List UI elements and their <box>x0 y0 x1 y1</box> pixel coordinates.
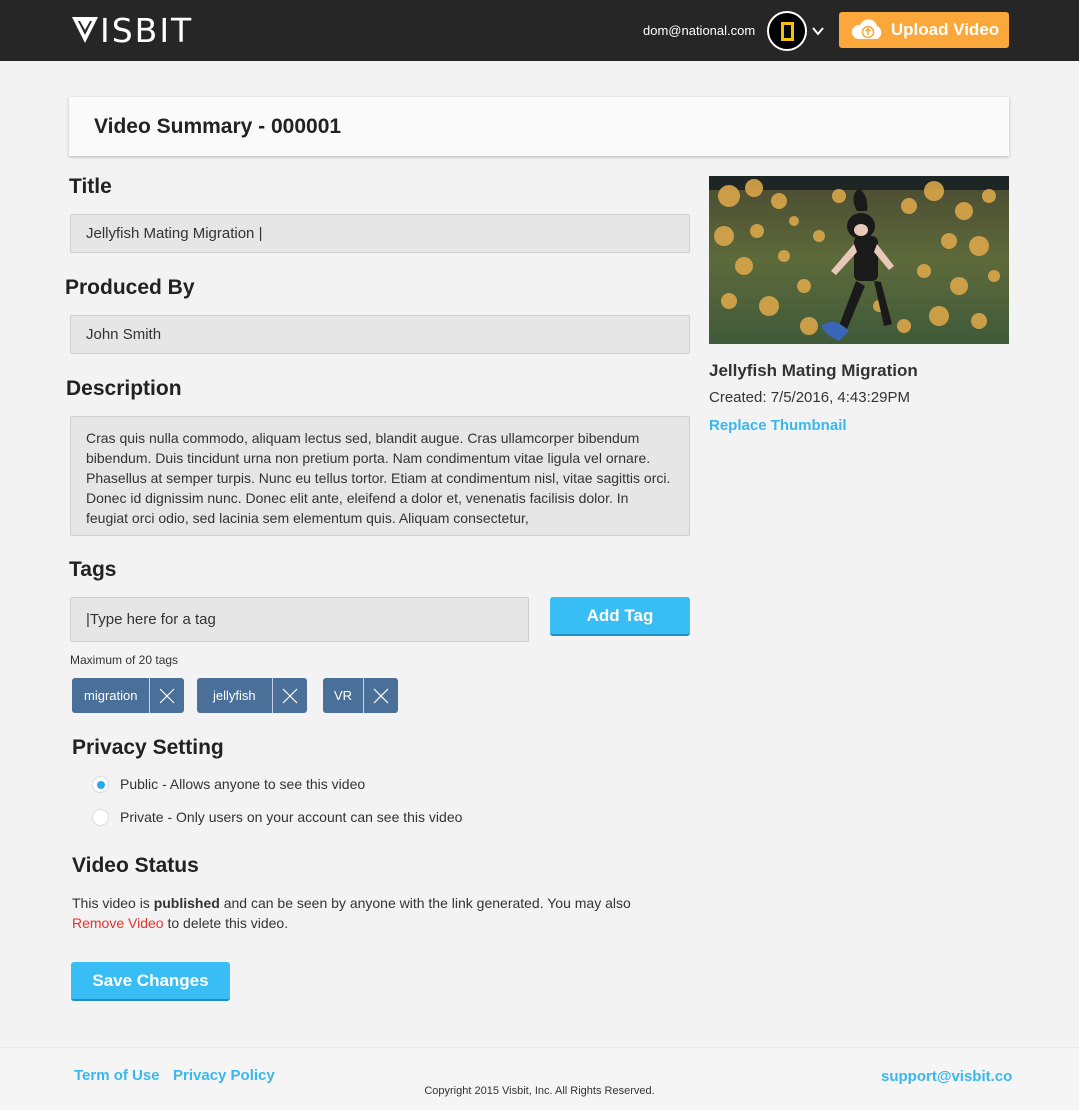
support-email-link[interactable]: support@visbit.co <box>881 1068 1012 1085</box>
status-text-middle: and can be seen by anyone with the link … <box>219 895 631 911</box>
video-thumbnail[interactable] <box>709 176 1009 344</box>
status-text-after: to delete this video. <box>163 915 289 931</box>
avatar-frame <box>780 21 794 41</box>
tag-label: jellyfish <box>197 678 273 713</box>
privacy-policy-link[interactable]: Privacy Policy <box>173 1067 275 1084</box>
page-title: Video Summary - 000001 <box>94 115 342 138</box>
logo-text: ISBIT <box>100 10 194 50</box>
terms-of-use-link[interactable]: Term of Use <box>74 1067 160 1084</box>
upload-cloud-icon <box>851 19 882 39</box>
tag-limit-note: Maximum of 20 tags <box>70 653 179 667</box>
top-bar: ISBIT dom@national.com Upload Video <box>0 0 1079 61</box>
close-icon[interactable] <box>273 678 307 713</box>
description-label: Description <box>66 377 182 400</box>
visbit-logo[interactable]: ISBIT <box>72 10 194 50</box>
title-input[interactable]: Jellyfish Mating Migration | <box>70 214 690 253</box>
tag-chip-migration: migration <box>72 678 185 713</box>
produced-by-label: Produced By <box>65 276 195 299</box>
video-name: Jellyfish Mating Migration <box>709 361 918 380</box>
remove-video-link[interactable]: Remove Video <box>72 915 164 931</box>
privacy-setting-title: Privacy Setting <box>72 736 224 759</box>
upload-video-button[interactable]: Upload Video <box>839 12 1009 48</box>
privacy-option-label: Private - Only users on your account can… <box>120 809 463 825</box>
radio-icon[interactable] <box>92 775 109 793</box>
privacy-option-label: Public - Allows anyone to see this video <box>120 776 366 792</box>
radio-icon[interactable] <box>92 808 109 826</box>
tag-label: VR <box>323 678 365 713</box>
video-created-date: Created: 7/5/2016, 4:43:29PM <box>709 389 910 406</box>
close-icon[interactable] <box>150 678 184 713</box>
add-tag-button[interactable]: Add Tag <box>550 597 690 636</box>
tag-chip-jellyfish: jellyfish <box>197 678 307 713</box>
close-icon[interactable] <box>364 678 398 713</box>
replace-thumbnail-link[interactable]: Replace Thumbnail <box>709 417 847 434</box>
footer: Term of Use Privacy Policy Copyright 201… <box>0 1047 1079 1110</box>
status-text-before: This video is <box>72 895 154 911</box>
produced-by-input[interactable]: John Smith <box>70 315 690 354</box>
user-email[interactable]: dom@national.com <box>643 23 755 38</box>
title-label: Title <box>69 175 112 198</box>
video-status-title: Video Status <box>72 854 199 877</box>
save-changes-button[interactable]: Save Changes <box>71 962 230 1001</box>
thumbnail-image <box>709 176 1009 344</box>
tag-chip-vr: VR <box>323 678 399 713</box>
description-textarea[interactable]: Cras quis nulla commodo, aliquam lectus … <box>70 416 690 536</box>
privacy-option-public[interactable]: Public - Allows anyone to see this video <box>92 775 365 793</box>
video-summary-card: Video Summary - 000001 <box>69 97 1009 156</box>
upload-video-label: Upload Video <box>890 20 1000 39</box>
tags-label: Tags <box>69 558 117 581</box>
avatar-icon[interactable] <box>767 11 807 51</box>
chevron-down-icon[interactable] <box>811 24 825 38</box>
tag-input[interactable]: |Type here for a tag <box>70 597 529 642</box>
video-status-text: This video is published and can be seen … <box>72 893 672 933</box>
tag-label: migration <box>72 678 151 713</box>
privacy-option-private[interactable]: Private - Only users on your account can… <box>92 808 462 826</box>
visbit-logo-icon <box>72 17 98 43</box>
status-state: published <box>153 895 220 911</box>
copyright-text: Copyright 2015 Visbit, Inc. All Rights R… <box>424 1085 655 1097</box>
